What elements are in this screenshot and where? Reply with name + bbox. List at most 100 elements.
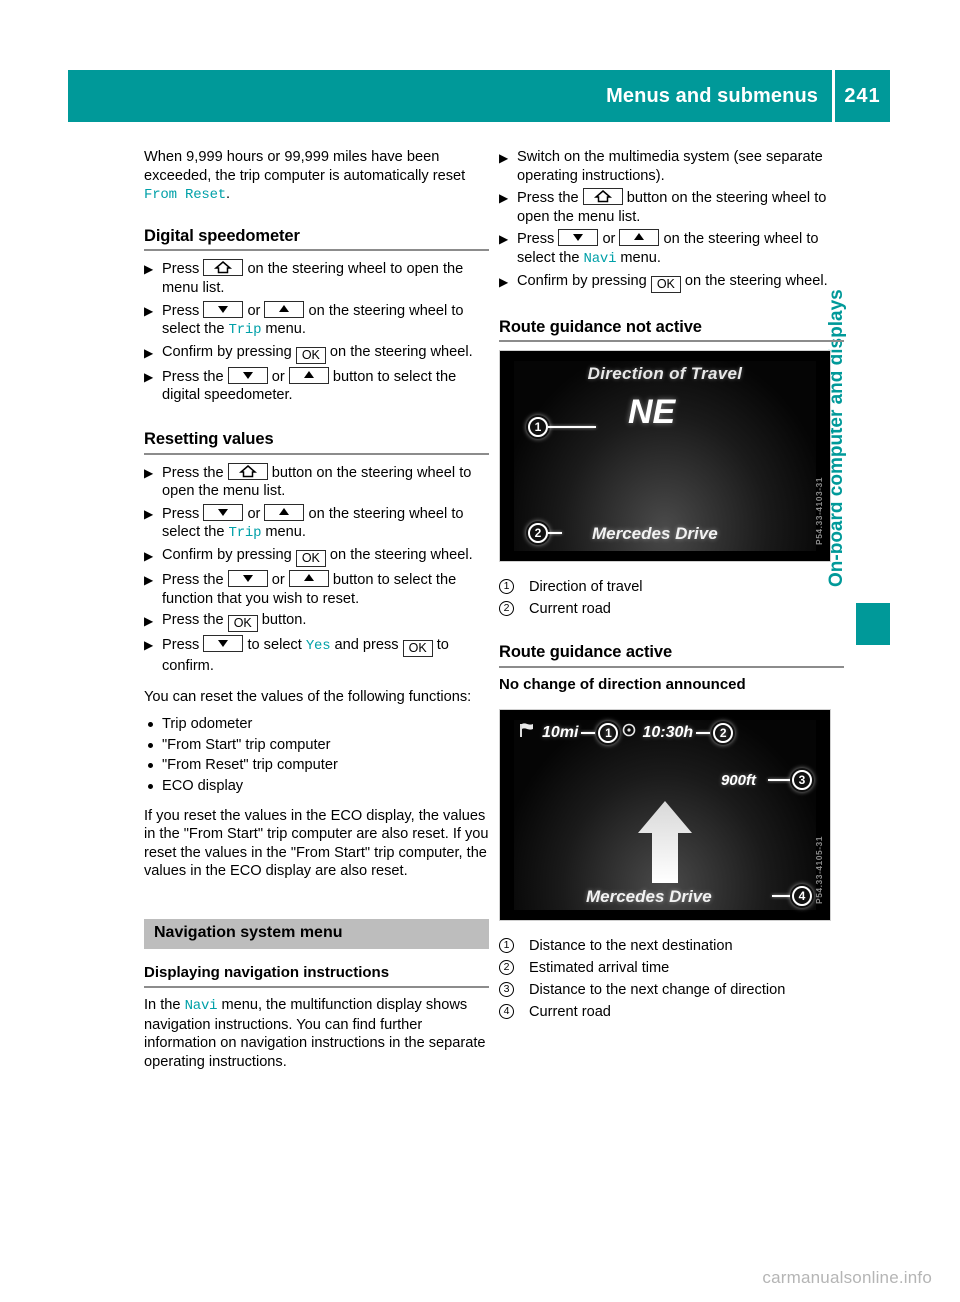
reset-list-intro: You can reset the values of the followin… (144, 688, 472, 705)
list-item-label: "From Reset" trip computer (162, 757, 338, 774)
home-button-key[interactable] (203, 259, 244, 277)
down-button-key[interactable] (558, 229, 599, 247)
step-text: menu. (616, 249, 661, 266)
steps-resetting-values: ▶ Press the button on the steering wheel … (144, 462, 489, 676)
step-text: Press the (162, 464, 224, 481)
display-direction-of-travel: Direction of Travel 1 NE 2 Mercedes Driv… (499, 350, 831, 563)
list-item: "From Start" trip computer (144, 736, 489, 755)
step-text: Switch on the multimedia system (see sep… (517, 149, 823, 184)
list-item: "From Reset" trip computer (144, 756, 489, 775)
step-item: ▶ Press the button on the steering wheel … (499, 188, 844, 226)
step-text: on the steering wheel. (329, 343, 473, 360)
bullet-icon (148, 784, 153, 790)
ok-button-key[interactable]: OK (402, 640, 433, 658)
legend-marker: 2 (499, 960, 514, 976)
display-arrival-time: 10:30h (642, 723, 694, 741)
term-navi: Navi (184, 998, 218, 1015)
step-text: menu. (261, 524, 306, 541)
legend-item: 2 Current road (499, 599, 844, 619)
home-button-key[interactable] (582, 188, 623, 206)
bullet-icon (148, 742, 153, 748)
step-text: or (271, 571, 285, 588)
up-button-key[interactable] (264, 300, 305, 318)
ok-button-key[interactable]: OK (227, 615, 258, 633)
ok-button-key[interactable]: OK (650, 275, 681, 293)
step-item: ▶ Confirm by pressing OK on the steering … (499, 272, 844, 293)
step-text: menu. (261, 321, 306, 338)
step-text: Confirm by pressing (162, 546, 292, 563)
step-text: or (247, 302, 261, 319)
step-text: Press (162, 261, 200, 278)
down-button-key[interactable] (227, 569, 268, 587)
ok-button-key[interactable]: OK (295, 346, 326, 364)
up-button-key[interactable] (619, 229, 660, 247)
step-marker-icon: ▶ (144, 572, 154, 587)
page-header: Menus and submenus 241 (68, 70, 890, 122)
divider (499, 665, 844, 668)
step-item: ▶ Press the OK button. (144, 611, 489, 633)
home-button-key[interactable] (227, 462, 268, 480)
step-item: ▶ Press or on the steering wheel to selec… (499, 229, 844, 268)
step-marker-icon: ▶ (144, 638, 154, 653)
step-text: on the steering wheel. (684, 272, 828, 289)
down-button-key[interactable] (203, 503, 244, 521)
legend-item: 2 Estimated arrival time (499, 958, 844, 978)
step-text: and press (330, 637, 403, 654)
divider (499, 340, 844, 343)
down-button-key[interactable] (203, 635, 244, 653)
heading-no-change-of-direction: No change of direction announced (499, 675, 746, 693)
up-button-key[interactable] (288, 569, 329, 587)
down-button-key[interactable] (203, 300, 244, 318)
divider (144, 249, 489, 252)
legend-marker: 1 (499, 938, 514, 954)
legend-label: Direction of travel (529, 579, 643, 596)
up-button-key[interactable] (288, 366, 329, 384)
flag-icon (518, 722, 536, 744)
left-column: When 9,999 hours or 99,999 miles have be… (144, 148, 489, 1072)
nav-text-before: In the (144, 997, 185, 1014)
resettable-functions-list: Trip odometer "From Start" trip computer… (144, 715, 489, 795)
up-button-key[interactable] (264, 503, 305, 521)
step-text: or (247, 505, 261, 522)
navigation-paragraph: In the Navi menu, the multifunction disp… (144, 996, 489, 1071)
step-marker-icon: ▶ (144, 506, 154, 521)
term-trip: Trip (228, 322, 262, 339)
heading-resetting-values: Resetting values (144, 429, 274, 448)
step-text: Press the (162, 612, 224, 629)
right-column: ▶ Switch on the multimedia system (see se… (499, 148, 844, 1024)
step-text: Press the (162, 571, 224, 588)
list-item: Trip odometer (144, 715, 489, 734)
step-marker-icon: ▶ (144, 465, 154, 480)
ok-button-key[interactable]: OK (295, 549, 326, 567)
step-marker-icon: ▶ (499, 191, 509, 206)
down-button-key[interactable] (227, 366, 268, 384)
step-text: Press the (517, 190, 579, 207)
step-marker-icon: ▶ (144, 548, 154, 563)
legend-item: 1 Direction of travel (499, 577, 844, 597)
chapter-side-tab: On-board computer and displays (826, 225, 892, 645)
display-title: Direction of Travel (587, 364, 743, 384)
step-text: to select (247, 637, 306, 654)
step-text: Press (162, 637, 200, 654)
display-route-guidance-active: 10mi 1 10:30h 2 900ft 3 Mercedes Drive 4… (499, 709, 831, 922)
display-marker-2: 2 (528, 523, 562, 544)
header-title-bar: Menus and submenus (68, 70, 832, 122)
heading-digital-speedometer: Digital speedometer (144, 226, 300, 245)
display-marker-1: 1 (598, 723, 619, 744)
navigation-system-menu-bar: Navigation system menu (144, 919, 489, 949)
legend-item: 4 Current road (499, 1002, 844, 1022)
page-number-box: 241 (832, 70, 890, 122)
step-item: ▶ Confirm by pressing OK on the steering … (144, 343, 489, 364)
heading-route-guidance-not-active: Route guidance not active (499, 317, 702, 336)
straight-ahead-arrow-icon (630, 799, 700, 891)
divider (144, 452, 489, 455)
step-marker-icon: ▶ (499, 232, 509, 247)
legend-route-active: 1 Distance to the next destination 2 Estim… (499, 936, 844, 1022)
term-yes: Yes (305, 638, 331, 655)
step-item: ▶ Press on the steering wheel to open the… (144, 259, 489, 297)
step-text: Confirm by pressing (517, 272, 647, 289)
term-from-reset: From Reset (144, 187, 227, 204)
display-marker-3: 3 (768, 770, 812, 791)
page-title: Menus and submenus (606, 84, 818, 107)
list-item-label: Trip odometer (162, 716, 253, 733)
